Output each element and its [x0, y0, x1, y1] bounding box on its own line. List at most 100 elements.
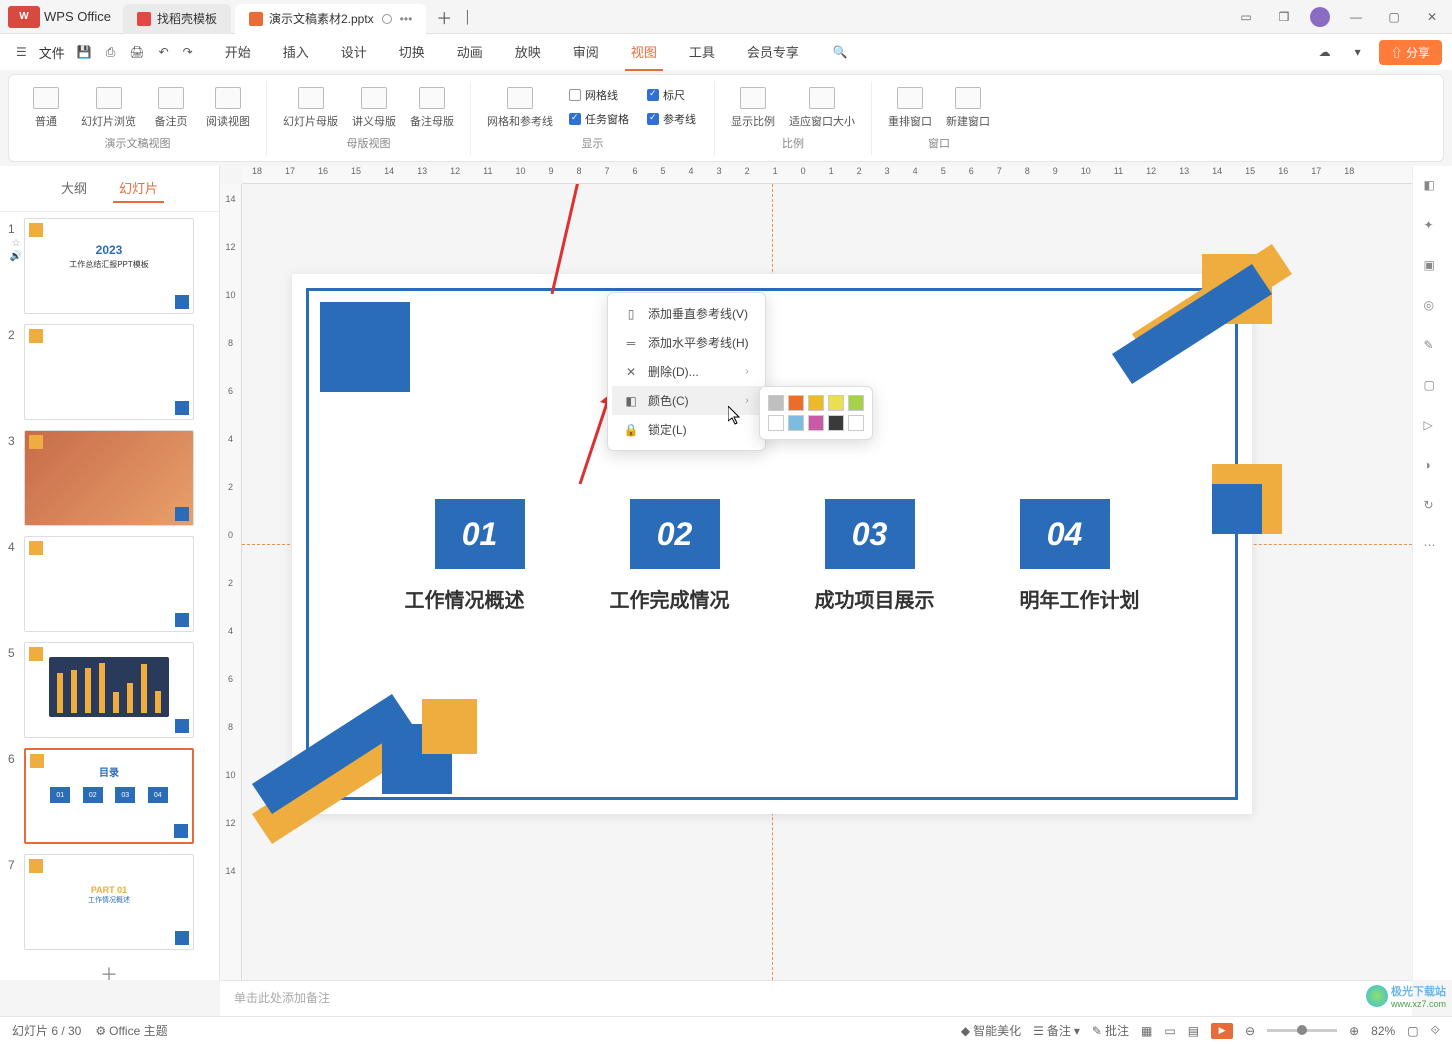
ai-beautify-button[interactable]: ◆ 智能美化 [961, 1022, 1021, 1039]
ribbon-button[interactable]: 显示比例 [727, 85, 779, 131]
close-button[interactable]: ✕ [1420, 5, 1444, 29]
search-icon[interactable]: 🔍 [827, 41, 854, 63]
add-vertical-guide[interactable]: ▯添加垂直参考线(V) [612, 299, 761, 328]
slide-thumbnail[interactable]: 7PART 01工作情况概述 [8, 854, 211, 950]
toc-number: 04 [1020, 499, 1110, 569]
add-tab-button[interactable]: ＋ [430, 1, 458, 33]
export-icon[interactable]: ⎙ [100, 41, 122, 64]
comments-toggle[interactable]: ✎ 批注 [1092, 1022, 1129, 1039]
zoom-in-icon[interactable]: ⊕ [1349, 1024, 1359, 1038]
slide-thumbnail[interactable]: 5 [8, 642, 211, 738]
tab-icon [249, 12, 263, 26]
menu-icon[interactable]: ☰ [10, 41, 33, 63]
zoom-value[interactable]: 82% [1371, 1024, 1395, 1038]
minimize-button[interactable]: — [1344, 5, 1368, 29]
view-reading-icon[interactable]: ▤ [1188, 1024, 1199, 1038]
ribbon-tab[interactable]: 放映 [509, 34, 547, 71]
color-swatch[interactable] [848, 415, 864, 431]
toc-label: 工作情况概述 [405, 584, 525, 613]
cloud-icon[interactable]: ☁ [1313, 41, 1337, 63]
color-swatch[interactable] [768, 395, 784, 411]
ribbon-tab[interactable]: 工具 [683, 34, 721, 71]
checkbox-任务窗格[interactable]: 任务窗格 [569, 111, 629, 127]
slide-thumbnail[interactable]: 4 [8, 536, 211, 632]
ribbon-button[interactable]: 重排窗口 [884, 85, 936, 131]
slide-thumbnail[interactable]: 6目录01020304 [8, 748, 211, 844]
ribbon-button[interactable]: 备注母版 [406, 85, 458, 131]
slide-thumbnail[interactable]: 3 [8, 430, 211, 526]
slideshow-button[interactable]: ▶ [1211, 1023, 1233, 1039]
redo-icon[interactable]: ↷ [177, 41, 199, 63]
color-swatch[interactable] [828, 415, 844, 431]
view-normal-icon[interactable]: ▭ [1164, 1024, 1175, 1038]
checkbox-参考线[interactable]: 参考线 [647, 111, 696, 127]
user-avatar[interactable] [1310, 7, 1330, 27]
close-tab-icon[interactable]: ••• [400, 12, 413, 26]
color-swatch[interactable] [788, 415, 804, 431]
checkbox-标尺[interactable]: 标尺 [647, 87, 696, 103]
ribbon-tab[interactable]: 插入 [277, 34, 315, 71]
more-icon[interactable]: ▾ [1349, 41, 1367, 63]
print-icon[interactable]: 🖨 [123, 41, 150, 63]
slides-tab[interactable]: 幻灯片 [113, 174, 164, 203]
fit-icon[interactable]: ▢ [1407, 1024, 1418, 1038]
ribbon-button[interactable]: 新建窗口 [942, 85, 994, 131]
ribbon-tab[interactable]: 视图 [625, 34, 663, 71]
grid-and-guides-button[interactable]: 网格和参考线 [483, 85, 557, 131]
slide-thumbnail[interactable]: 1☆🔊2023工作总结汇报PPT模板 [8, 218, 211, 314]
slide-canvas[interactable]: 01020304 工作情况概述工作完成情况成功项目展示明年工作计划 ▯添加垂直参… [242, 184, 1412, 980]
ribbon-tab[interactable]: 动画 [451, 34, 489, 71]
ribbon-button[interactable]: 讲义母版 [348, 85, 400, 131]
color-swatch[interactable] [828, 395, 844, 411]
maximize-button[interactable]: ▢ [1382, 5, 1406, 29]
ribbon-button[interactable]: 普通 [21, 85, 71, 131]
zoom-slider[interactable] [1267, 1029, 1337, 1032]
color-swatch[interactable] [808, 395, 824, 411]
layers-icon[interactable]: ▣ [1424, 258, 1442, 276]
slide-thumbnail[interactable]: 2 [8, 324, 211, 420]
ribbon-group-master-views: 幻灯片母版讲义母版备注母版 母版视图 [267, 81, 471, 155]
sparkle-icon[interactable]: ✦ [1424, 218, 1442, 236]
ribbon-button[interactable]: 备注页 [146, 85, 196, 131]
crop-icon[interactable]: ▢ [1424, 378, 1442, 396]
ribbon-button[interactable]: 适应窗口大小 [785, 85, 859, 131]
view-grid-icon[interactable]: ▦ [1141, 1024, 1152, 1038]
ribbon-tab[interactable]: 设计 [335, 34, 373, 71]
delete-guide[interactable]: ✕删除(D)...› [612, 357, 761, 386]
ribbon-tab[interactable]: 切换 [393, 34, 431, 71]
ribbon-tab[interactable]: 开始 [219, 34, 257, 71]
magic-icon[interactable]: ✎ [1424, 338, 1442, 356]
cube-icon[interactable]: ❒ [1272, 5, 1296, 29]
notes-area[interactable]: 单击此处添加备注 [220, 980, 1412, 1016]
share-button[interactable]: ⇧ 分享 [1379, 40, 1442, 65]
history-icon[interactable]: ↻ [1424, 498, 1442, 516]
notes-toggle[interactable]: ☰ 备注 ▾ [1033, 1022, 1080, 1039]
lock-zoom-icon[interactable]: ⟐ [1431, 1023, 1440, 1038]
ribbon-button[interactable]: 阅读视图 [202, 85, 254, 131]
palette-icon[interactable]: ◑ [1424, 458, 1442, 476]
color-swatch[interactable] [768, 415, 784, 431]
undo-icon[interactable]: ↶ [153, 41, 175, 63]
checkbox-网格线[interactable]: 网格线 [569, 87, 629, 103]
ribbon-tab[interactable]: 审阅 [567, 34, 605, 71]
ribbon-button[interactable]: 幻灯片浏览 [77, 85, 140, 131]
panel-toggle-icon[interactable]: ◧ [1424, 178, 1442, 196]
ribbon-button[interactable]: 幻灯片母版 [279, 85, 342, 131]
color-swatch[interactable] [788, 395, 804, 411]
save-icon[interactable]: 💾 [71, 41, 98, 63]
ribbon-tab[interactable]: 会员专享 [741, 34, 805, 71]
camera-icon[interactable]: ◎ [1424, 298, 1442, 316]
add-horizontal-guide[interactable]: ═添加水平参考线(H) [612, 328, 761, 357]
outline-tab[interactable]: 大纲 [55, 174, 93, 203]
more-icon[interactable]: ⋯ [1424, 538, 1442, 556]
color-swatch[interactable] [848, 395, 864, 411]
color-swatch[interactable] [808, 415, 824, 431]
panel-icon[interactable]: ▭ [1234, 5, 1258, 29]
file-menu[interactable]: 文件 [35, 43, 69, 62]
tab-document[interactable]: 演示文稿素材2.pptx ••• [235, 4, 426, 34]
add-slide-button[interactable]: ＋ [24, 960, 194, 980]
zoom-out-icon[interactable]: ⊖ [1245, 1024, 1255, 1038]
media-icon[interactable]: ▷ [1424, 418, 1442, 436]
theme-indicator[interactable]: ⚙ Office 主题 [95, 1022, 167, 1039]
tab-templates[interactable]: 找稻壳模板 [123, 4, 231, 34]
